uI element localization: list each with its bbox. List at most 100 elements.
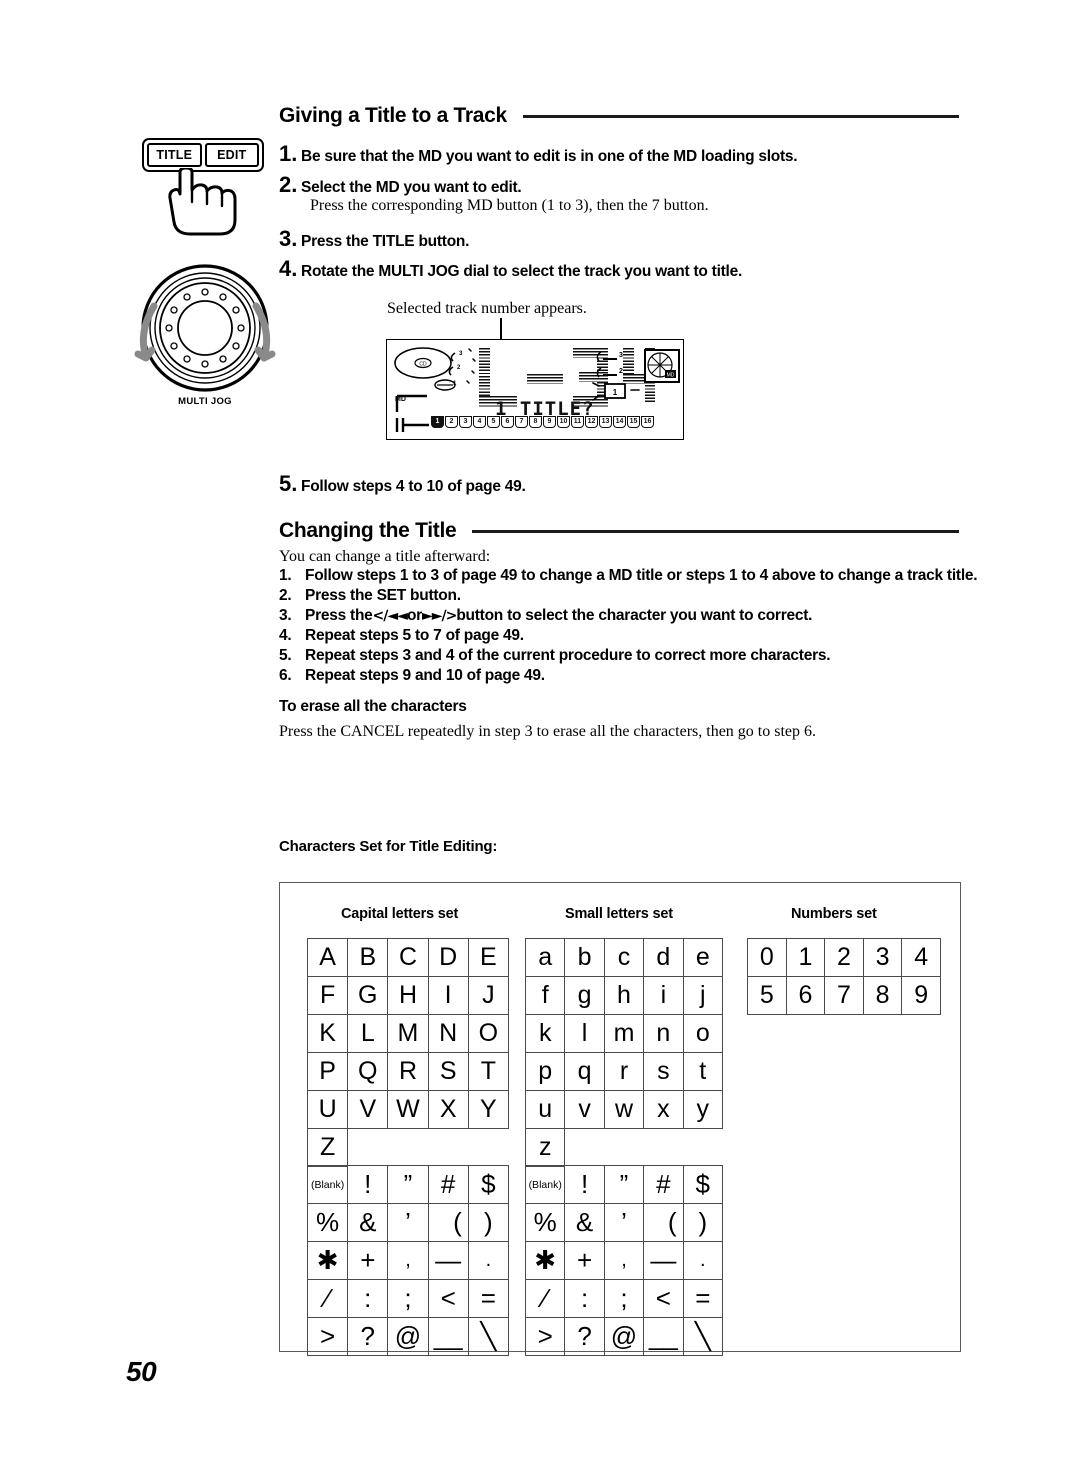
erase-heading-text: To erase all the characters [279, 698, 467, 715]
char-cell: l [564, 1014, 605, 1053]
pointing-hand-illustration [168, 168, 237, 236]
char-cell: 5 [747, 976, 787, 1015]
char-cell: K [306, 1014, 349, 1053]
char-cell: ? [564, 1317, 605, 1356]
char-cell: = [467, 1279, 510, 1318]
lcd-display-illustration: CD 3 2 1 1 TITLE? MD 3 2 1 MD 1 2 3 4 5 … [386, 339, 684, 440]
svg-text:2: 2 [619, 368, 623, 375]
char-cell: __ [643, 1317, 684, 1356]
char-cell: & [564, 1203, 605, 1242]
char-cell: . [467, 1241, 510, 1280]
svg-text:CD: CD [419, 362, 427, 368]
char-cell: S [427, 1052, 469, 1091]
step-3-number: 3. [279, 226, 298, 251]
multi-jog-dial-illustration[interactable] [128, 262, 282, 394]
char-cell: . [682, 1241, 724, 1280]
char-cell: ( [427, 1203, 469, 1242]
change-item-2: 2. Press the SET button. [279, 587, 461, 605]
char-cell: Q [347, 1052, 389, 1091]
char-cell: ╲ [682, 1317, 724, 1356]
char-cell: 6 [785, 976, 826, 1015]
char-cell: D [427, 938, 469, 977]
char-cell: u [524, 1090, 566, 1129]
char-cell: : [347, 1279, 389, 1318]
char-cell: ∕ [306, 1279, 349, 1318]
step-4-text: Rotate the MULTI JOG dial to select the … [301, 263, 743, 280]
char-cell: ) [682, 1203, 724, 1242]
step-2-detail: Press the corresponding MD button (1 to … [310, 197, 709, 214]
change-item-3-text-post: button to select the character you want … [456, 607, 813, 624]
lcd-md-label: MD [395, 396, 406, 403]
char-cell: i [643, 976, 684, 1015]
char-cell: $ [467, 1165, 510, 1204]
char-cell: b [564, 938, 605, 977]
step-2: 2. Select the MD you want to edit. [279, 172, 522, 197]
char-cell-empty [565, 1129, 604, 1167]
char-cell: & [347, 1203, 389, 1242]
lcd-track-cell: 13 [599, 416, 612, 428]
section-title-text: Giving a Title to a Track [279, 104, 507, 127]
char-cell: 2 [824, 938, 864, 977]
char-cell: F [306, 976, 349, 1015]
change-item-5: 5. Repeat steps 3 and 4 of the current p… [279, 647, 831, 665]
step-3-text: Press the TITLE button. [301, 233, 470, 250]
edit-button[interactable]: EDIT [204, 143, 259, 167]
char-cell-empty [683, 1129, 722, 1167]
char-cell: ? [347, 1317, 389, 1356]
char-cell: r [603, 1052, 645, 1091]
lcd-track-cell: 3 [459, 416, 472, 428]
char-cell: 7 [824, 976, 864, 1015]
char-cell: ( [643, 1203, 684, 1242]
change-item-6-text: Repeat steps 9 and 10 of page 49. [305, 667, 545, 684]
lcd-track-cell: 11 [571, 416, 584, 428]
heading-rule [522, 114, 959, 118]
erase-instruction: Press the CANCEL repeatedly in step 3 to… [279, 723, 817, 740]
erase-heading: To erase all the characters [279, 698, 467, 716]
char-cell: W [387, 1090, 429, 1129]
char-cell: f [524, 976, 566, 1015]
change-item-1: 1. Follow steps 1 to 3 of page 49 to cha… [279, 567, 978, 585]
char-cell-empty [348, 1129, 388, 1167]
char-cell: j [682, 976, 724, 1015]
capital-set-heading: Capital letters set [341, 906, 459, 922]
small-symbols-grid: (Blank)!” # $% &’() ✱ +, —. ∕:; < = >? @ __ ╲ [524, 1165, 724, 1356]
change-item-1-text: Follow steps 1 to 3 of page 49 to change… [305, 567, 978, 584]
char-cell: 9 [901, 976, 941, 1015]
change-item-1-number: 1. [279, 567, 292, 584]
step-3: 3. Press the TITLE button. [279, 228, 469, 251]
svg-text:MD: MD [667, 373, 675, 379]
forward-button-glyph: ►►∕> [421, 608, 457, 624]
char-cell: ; [387, 1279, 429, 1318]
char-cell: ✱ [306, 1241, 349, 1280]
char-cell: o [682, 1014, 724, 1053]
char-cell: ” [603, 1165, 645, 1204]
rewind-button-glyph: <∕◄◄ [372, 608, 408, 624]
section-heading-giving-title: Giving a Title to a Track [279, 104, 959, 128]
char-cell: E [467, 938, 510, 977]
char-cell: 1 [785, 938, 826, 977]
char-cell: Z [306, 1128, 349, 1167]
multi-jog-label: MULTI JOG [178, 396, 232, 407]
char-cell: ╲ [467, 1317, 510, 1356]
section-heading-changing-title: Changing the Title [279, 519, 959, 543]
char-cell: , [387, 1241, 429, 1280]
lcd-track-cell: 1 [431, 416, 444, 428]
char-cell: B [347, 938, 389, 977]
char-cell-empty [468, 1129, 508, 1167]
char-cell: t [682, 1052, 724, 1091]
step-1: 1. Be sure that the MD you want to edit … [279, 143, 798, 166]
small-set-heading: Small letters set [565, 906, 673, 922]
step-2-number: 2. [279, 172, 298, 197]
change-item-4-text: Repeat steps 5 to 7 of page 49. [305, 627, 524, 644]
char-cell: v [564, 1090, 605, 1129]
title-button[interactable]: TITLE [147, 143, 202, 167]
md-slot-indicators: 3 2 1 MD [592, 349, 680, 401]
capital-symbols-grid: (Blank)!” # $% &’() ✱ +, —. ∕:; < = >? @ __ ╲ [306, 1165, 510, 1356]
change-item-6-number: 6. [279, 667, 292, 684]
char-cell: ’ [387, 1203, 429, 1242]
char-cell: n [643, 1014, 684, 1053]
changing-title-intro: You can change a title afterward: [279, 548, 491, 565]
char-cell: 8 [862, 976, 903, 1015]
title-edit-button-group[interactable]: TITLE EDIT [142, 138, 264, 172]
char-cell: h [603, 976, 645, 1015]
